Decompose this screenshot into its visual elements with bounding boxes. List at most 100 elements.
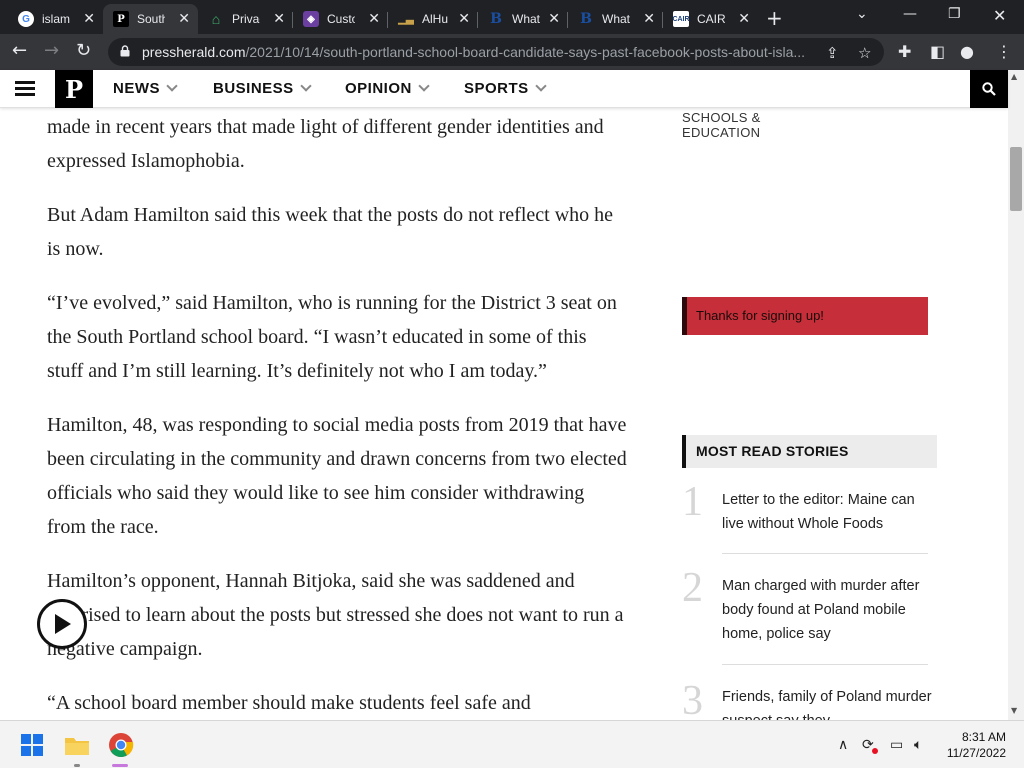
close-tab-icon[interactable]: ✕ bbox=[83, 10, 95, 27]
notification-dot bbox=[872, 748, 878, 754]
close-window-icon[interactable]: ✕ bbox=[993, 6, 1006, 25]
show-hidden-icons-chevron-icon[interactable]: ∧ bbox=[838, 737, 848, 753]
story-link[interactable]: Letter to the editor: Maine can live wit… bbox=[722, 488, 932, 536]
forward-icon[interactable]: → bbox=[44, 42, 59, 60]
story-link[interactable]: Man charged with murder after body found… bbox=[722, 574, 932, 646]
browser-tab[interactable]: ◈ Custo ✕ bbox=[293, 4, 388, 34]
close-tab-icon[interactable]: ✕ bbox=[738, 10, 750, 27]
tab-title: What bbox=[602, 12, 630, 26]
site-search-button[interactable] bbox=[970, 70, 1008, 108]
hamburger-menu-icon[interactable] bbox=[15, 81, 35, 97]
menu-kebab-icon[interactable]: ⋮ bbox=[996, 42, 1012, 61]
restore-icon[interactable]: ❐ bbox=[948, 6, 961, 22]
close-tab-icon[interactable]: ✕ bbox=[458, 10, 470, 27]
tab-title: CAIR bbox=[697, 12, 725, 26]
windows-start-icon[interactable] bbox=[21, 734, 43, 756]
close-tab-icon[interactable]: ✕ bbox=[178, 10, 190, 27]
story-link[interactable]: Friends, family of Poland murder suspect… bbox=[722, 685, 932, 720]
nav-item-sports[interactable]: SPORTS bbox=[464, 80, 547, 97]
extensions-icon[interactable]: ✚ bbox=[898, 42, 911, 61]
bookmark-star-icon[interactable]: ☆ bbox=[858, 44, 871, 62]
nav-label: BUSINESS bbox=[213, 80, 294, 97]
nav-item-news[interactable]: NEWS bbox=[113, 80, 178, 97]
close-tab-icon[interactable]: ✕ bbox=[643, 10, 655, 27]
tab-search-chevron-icon[interactable]: ⌄ bbox=[856, 6, 868, 22]
article-body: made in recent years that made light of … bbox=[47, 108, 627, 740]
browser-tab[interactable]: ▁▃ AlHu ✕ bbox=[388, 4, 478, 34]
scroll-up-arrow-icon[interactable]: ▲ bbox=[1011, 72, 1017, 81]
windows-taskbar: ∧ ⟳ ▭ 🔈︎ 8:31 AM 11/27/2022 bbox=[0, 720, 1024, 768]
clock-time: 8:31 AM bbox=[961, 730, 1006, 744]
browser-tab[interactable]: CAIR CAIR ✕ bbox=[663, 4, 758, 34]
chevron-down-icon bbox=[166, 80, 178, 92]
most-read-item[interactable]: 3 Friends, family of Poland murder suspe… bbox=[682, 685, 932, 720]
url-host: pressherald.com bbox=[142, 44, 246, 60]
close-tab-icon[interactable]: ✕ bbox=[548, 10, 560, 27]
browser-tab[interactable]: G islam ✕ bbox=[8, 4, 103, 34]
shield-crest-icon: ◈ bbox=[303, 11, 319, 27]
most-read-heading: MOST READ STORIES bbox=[682, 435, 937, 468]
house-icon: ⌂ bbox=[211, 11, 221, 27]
browser-tab[interactable]: ⌂ Privac ✕ bbox=[198, 4, 293, 34]
share-icon[interactable]: ⇪ bbox=[826, 44, 839, 62]
browser-tab-active[interactable]: P South ✕ bbox=[103, 4, 198, 34]
cair-icon: CAIR bbox=[672, 11, 690, 27]
story-rank: 3 bbox=[682, 685, 703, 720]
b-icon: B bbox=[490, 11, 502, 27]
back-icon[interactable]: ← bbox=[12, 42, 27, 60]
taskbar-clock[interactable]: 8:31 AM 11/27/2022 bbox=[947, 729, 1006, 761]
article-paragraph: “I’ve evolved,” said Hamilton, who is ru… bbox=[47, 292, 617, 382]
side-panel-icon[interactable]: ◧ bbox=[930, 42, 945, 61]
chart-icon: ▁▃ bbox=[398, 13, 414, 25]
tab-title: islam bbox=[42, 12, 70, 26]
article-paragraph: “A school board member should make stude… bbox=[47, 692, 531, 714]
sidebar-category-link[interactable]: SCHOOLS & EDUCATION bbox=[682, 110, 761, 140]
url-text: pressherald.com/2021/10/14/south-portlan… bbox=[142, 44, 805, 60]
chevron-down-icon bbox=[300, 80, 312, 92]
article-paragraph: Hamilton, 48, was responding to social m… bbox=[47, 414, 627, 538]
nav-label: SPORTS bbox=[464, 80, 529, 97]
browser-tab[interactable]: B What ✕ bbox=[568, 4, 663, 34]
lock-icon bbox=[120, 45, 130, 57]
address-bar[interactable]: pressherald.com/2021/10/14/south-portlan… bbox=[108, 38, 884, 66]
chevron-down-icon bbox=[535, 80, 547, 92]
active-app-indicator bbox=[112, 764, 128, 767]
scrollbar-thumb[interactable] bbox=[1010, 147, 1022, 211]
new-tab-icon[interactable]: + bbox=[766, 6, 783, 30]
article-paragraph: But Adam Hamilton said this week that th… bbox=[47, 204, 614, 260]
divider bbox=[722, 664, 928, 665]
browser-tab[interactable]: B What ✕ bbox=[478, 4, 568, 34]
pressherald-icon: P bbox=[113, 11, 129, 27]
tab-title: South bbox=[137, 12, 165, 26]
article-paragraph: Hamilton’s opponent, Hannah Bitjoka, sai… bbox=[47, 570, 624, 660]
tab-title: Custo bbox=[327, 12, 355, 26]
profile-icon[interactable]: ● bbox=[960, 42, 974, 61]
nav-label: NEWS bbox=[113, 80, 160, 97]
volume-icon[interactable]: 🔈︎ bbox=[914, 737, 922, 753]
close-tab-icon[interactable]: ✕ bbox=[368, 10, 380, 27]
close-tab-icon[interactable]: ✕ bbox=[273, 10, 285, 27]
b-icon: B bbox=[580, 11, 592, 27]
chrome-icon[interactable] bbox=[108, 732, 134, 758]
tab-separator bbox=[662, 12, 663, 28]
tab-title: What bbox=[512, 12, 540, 26]
minimize-icon[interactable]: — bbox=[903, 6, 917, 22]
nav-item-opinion[interactable]: OPINION bbox=[345, 80, 430, 97]
tab-separator bbox=[567, 12, 568, 28]
site-logo[interactable]: P bbox=[55, 70, 93, 108]
category-label-line: SCHOOLS & bbox=[682, 110, 761, 125]
network-icon[interactable]: ▭ bbox=[890, 737, 903, 753]
reload-icon[interactable]: ↻ bbox=[76, 42, 91, 60]
tab-title: AlHu bbox=[422, 12, 449, 26]
running-indicator bbox=[74, 764, 80, 767]
clock-date: 11/27/2022 bbox=[946, 746, 1006, 760]
play-icon bbox=[55, 614, 71, 634]
nav-label: OPINION bbox=[345, 80, 412, 97]
category-label-line: EDUCATION bbox=[682, 125, 761, 140]
scroll-down-arrow-icon[interactable]: ▼ bbox=[1011, 706, 1017, 715]
divider bbox=[722, 553, 928, 554]
audio-play-button[interactable] bbox=[37, 599, 87, 649]
file-explorer-icon[interactable] bbox=[64, 734, 90, 756]
tab-title: Privac bbox=[232, 12, 260, 26]
nav-item-business[interactable]: BUSINESS bbox=[213, 80, 312, 97]
